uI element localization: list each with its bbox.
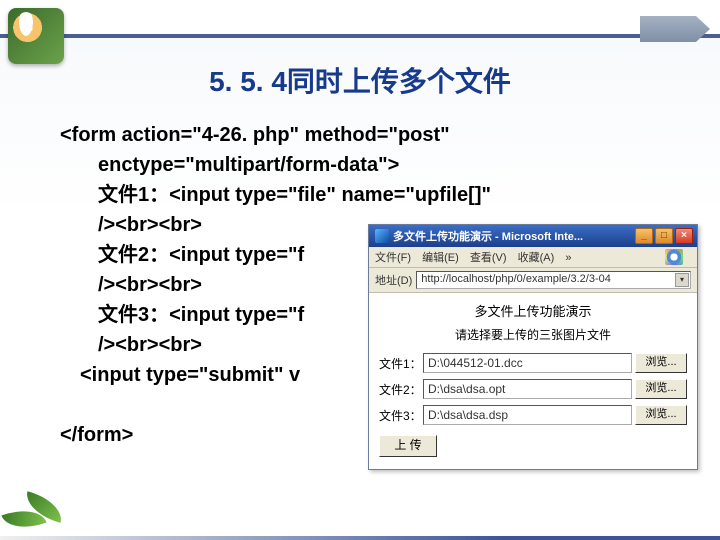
close-button[interactable]: ×: [675, 228, 693, 244]
maximize-button[interactable]: □: [655, 228, 673, 244]
slide-header-band: [0, 0, 720, 38]
file-row: 文件2： D:\dsa\dsa.opt 浏览...: [379, 379, 687, 399]
file-row: 文件3： D:\dsa\dsa.dsp 浏览...: [379, 405, 687, 425]
code-line: enctype="multipart/form-data">: [60, 150, 662, 180]
menubar[interactable]: 文件(F) 编辑(E) 查看(V) 收藏(A) »: [369, 247, 697, 268]
menu-view[interactable]: 查看(V): [470, 252, 507, 264]
leaf-icon: [4, 488, 68, 536]
address-bar: 地址(D) http://localhost/php/0/example/3.2…: [369, 268, 697, 293]
menu-more[interactable]: »: [565, 252, 571, 264]
browse-button[interactable]: 浏览...: [635, 353, 687, 373]
browse-button[interactable]: 浏览...: [635, 379, 687, 399]
file-input[interactable]: D:\044512-01.dcc: [423, 353, 632, 373]
upload-button[interactable]: 上 传: [379, 435, 437, 457]
minimize-button[interactable]: _: [635, 228, 653, 244]
address-value: http://localhost/php/0/example/3.2/3-04: [421, 273, 611, 285]
file-input[interactable]: D:\dsa\dsa.opt: [423, 379, 632, 399]
windows-flag-icon: [665, 249, 683, 265]
address-label: 地址(D): [375, 272, 412, 288]
address-input[interactable]: http://localhost/php/0/example/3.2/3-04 …: [416, 271, 691, 289]
demo-subheading: 请选择要上传的三张图片文件: [379, 326, 687, 343]
window-title: 多文件上传功能演示 - Microsoft Inte...: [393, 228, 635, 244]
menu-file[interactable]: 文件(F): [375, 252, 411, 264]
demo-heading: 多文件上传功能演示: [379, 301, 687, 320]
file-input[interactable]: D:\dsa\dsa.dsp: [423, 405, 632, 425]
file-label: 文件3：: [379, 407, 423, 424]
flower-icon: [8, 8, 64, 64]
code-line: </form>: [60, 424, 133, 446]
ie-icon: [375, 229, 389, 243]
footer-decoration: [0, 536, 720, 540]
titlebar[interactable]: 多文件上传功能演示 - Microsoft Inte... _ □ ×: [369, 225, 697, 247]
browse-button[interactable]: 浏览...: [635, 405, 687, 425]
code-line: 文件1：<input type="file" name="upfile[]": [60, 180, 662, 210]
page-content: 多文件上传功能演示 请选择要上传的三张图片文件 文件1： D:\044512-0…: [369, 293, 697, 469]
browser-window: 多文件上传功能演示 - Microsoft Inte... _ □ × 文件(F…: [368, 224, 698, 470]
file-label: 文件1：: [379, 355, 423, 372]
slide-title: 5. 5. 4同时上传多个文件: [0, 60, 720, 100]
file-row: 文件1： D:\044512-01.dcc 浏览...: [379, 353, 687, 373]
menu-favorites[interactable]: 收藏(A): [518, 252, 555, 264]
code-line: <form action="4-26. php" method="post": [60, 124, 450, 146]
header-arrow-decoration: [640, 16, 710, 42]
menu-edit[interactable]: 编辑(E): [422, 252, 459, 264]
address-dropdown-icon[interactable]: ▾: [675, 273, 689, 287]
file-label: 文件2：: [379, 381, 423, 398]
